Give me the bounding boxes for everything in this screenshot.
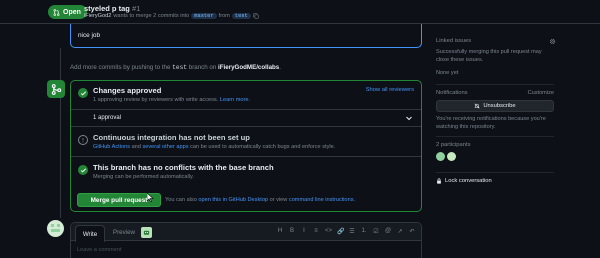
mouse-cursor-icon <box>147 193 154 203</box>
pr-title-text: styeled p tag <box>84 4 130 13</box>
chevron-down-icon[interactable] <box>405 114 413 122</box>
comment-composer: Write Preview H B I ≡ <> 🔗 ☰ 1. ☑ @ ↗ ↶ … <box>70 222 422 258</box>
show-all-reviewers-link[interactable]: Show all reviewers <box>366 87 414 93</box>
push-note-repo[interactable]: iFieryGodME/collabs <box>218 64 279 71</box>
check-circle-icon <box>78 165 88 175</box>
push-note: Add more commits by pushing to the test … <box>70 64 281 71</box>
merge-text: wants to merge 2 commits into <box>113 13 190 19</box>
link-icon[interactable]: 🔗 <box>337 228 344 235</box>
copilot-icon[interactable] <box>141 227 152 238</box>
mention-icon[interactable]: @ <box>385 228 391 235</box>
push-note-branch: test <box>172 64 188 71</box>
push-note-suffix: . <box>279 64 281 71</box>
ci-desc: GitHub Actions and several other apps ca… <box>93 144 335 150</box>
task-list-icon[interactable]: ☑ <box>373 228 379 235</box>
avatar[interactable] <box>447 152 456 161</box>
notifications-section: Notifications Customize Unsubscribe You'… <box>436 90 554 130</box>
unordered-list-icon[interactable]: ☰ <box>349 228 355 235</box>
from-text: from <box>218 13 230 19</box>
merge-icon-box <box>47 80 65 98</box>
merge-alternatives: You can also open this in GitHub Desktop… <box>165 197 355 203</box>
approval-label: 1 approval <box>93 115 122 121</box>
no-conflicts-desc: Merging can be performed automatically. <box>93 174 194 180</box>
ci-and: and <box>131 144 141 150</box>
alt-prefix: You can also <box>165 197 197 203</box>
pr-number: #1 <box>131 4 141 13</box>
pr-title: styeled p tag #1 <box>84 4 140 13</box>
lock-icon <box>437 178 441 184</box>
tab-preview[interactable]: Preview <box>109 223 139 241</box>
sidebar-divider <box>436 84 554 85</box>
changes-approved-title: Changes approved <box>93 86 162 95</box>
ci-title: Continuous integration has not been set … <box>93 133 250 142</box>
bell-slash-icon <box>474 103 480 109</box>
unsubscribe-button[interactable]: Unsubscribe <box>436 100 554 112</box>
approval-row[interactable]: 1 approval <box>71 110 421 127</box>
github-actions-link[interactable]: GitHub Actions <box>93 144 130 150</box>
composer-tabs: Write Preview H B I ≡ <> 🔗 ☰ 1. ☑ @ ↗ ↶ <box>71 223 421 242</box>
avatar[interactable] <box>436 152 445 161</box>
customize-link[interactable]: Customize <box>528 90 554 96</box>
other-apps-link[interactable]: several other apps <box>142 144 188 150</box>
command-line-link[interactable]: command line instructions <box>289 197 354 203</box>
check-circle-icon <box>78 88 88 98</box>
participants-heading: 2 participants <box>436 142 471 148</box>
push-note-middle: branch on <box>188 64 217 71</box>
author-link[interactable]: iFieryGod2 <box>84 13 111 19</box>
sticky-header: Open styeled p tag #1 iFieryGod2 wants t… <box>0 0 600 24</box>
base-branch[interactable]: master <box>191 13 217 19</box>
bold-icon[interactable]: B <box>289 228 295 235</box>
unsubscribe-label: Unsubscribe <box>483 103 516 109</box>
lock-conversation[interactable]: Lock conversation <box>436 178 492 184</box>
none-yet: None yet <box>436 70 459 77</box>
code-icon[interactable]: <> <box>325 228 332 235</box>
warning-circle-icon <box>78 135 88 145</box>
lock-label: Lock conversation <box>445 178 492 184</box>
comment-input[interactable]: Leave a comment <box>77 247 121 253</box>
participants-section: 2 participants <box>436 142 554 148</box>
pull-request-icon <box>53 8 60 16</box>
status-badge: Open <box>48 5 87 19</box>
alt-or: or view <box>269 197 288 203</box>
tab-write[interactable]: Write <box>75 225 105 242</box>
participants-avatars <box>436 152 456 161</box>
gear-icon[interactable] <box>549 38 556 45</box>
notifications-text: You're receiving notifications because y… <box>436 116 546 131</box>
italic-icon[interactable]: I <box>301 228 307 235</box>
ordered-list-icon[interactable]: 1. <box>361 228 367 235</box>
linked-issues-section: Linked issues Successfully merging this … <box>436 38 556 77</box>
ci-row: Continuous integration has not been set … <box>71 127 421 157</box>
status-label: Open <box>63 8 81 16</box>
quote-icon[interactable]: ≡ <box>313 228 319 235</box>
learn-more-link[interactable]: Learn more. <box>220 97 250 103</box>
github-desktop-link[interactable]: open this in GitHub Desktop <box>198 197 268 203</box>
alt-suffix: . <box>353 197 356 203</box>
sidebar-divider <box>436 172 554 173</box>
merge-box: Changes approved 1 approving review by r… <box>70 80 422 212</box>
comment-box: nice job <box>70 24 422 48</box>
linked-issues-heading: Linked issues <box>436 38 472 44</box>
heading-icon[interactable]: H <box>277 228 283 235</box>
avatar[interactable] <box>47 220 64 237</box>
head-branch[interactable]: test <box>231 13 251 19</box>
sidebar-divider <box>436 136 554 137</box>
changes-approved-desc: 1 approving review by reviewers with wri… <box>93 97 250 103</box>
timeline-line <box>60 48 61 218</box>
changes-approved-row: Changes approved 1 approving review by r… <box>71 81 421 110</box>
changes-desc-text: 1 approving review by reviewers with wri… <box>93 97 219 103</box>
push-note-prefix: Add more commits by pushing to the <box>70 64 171 71</box>
linked-issues-text: Successfully merging this pull request m… <box>436 49 542 64</box>
no-conflicts-row: This branch has no conflicts with the ba… <box>71 157 421 187</box>
ci-desc-text: can be used to automatically catch bugs … <box>190 144 336 150</box>
pr-subtitle: iFieryGod2 wants to merge 2 commits into… <box>84 13 259 19</box>
copy-icon[interactable] <box>253 13 259 19</box>
no-conflicts-title: This branch has no conflicts with the ba… <box>93 163 274 172</box>
undo-icon[interactable]: ↶ <box>409 228 415 235</box>
comment-body: nice job <box>78 32 101 39</box>
git-merge-icon <box>51 83 61 95</box>
formatting-toolbar: H B I ≡ <> 🔗 ☰ 1. ☑ @ ↗ ↶ <box>277 228 415 235</box>
reference-icon[interactable]: ↗ <box>397 228 403 235</box>
